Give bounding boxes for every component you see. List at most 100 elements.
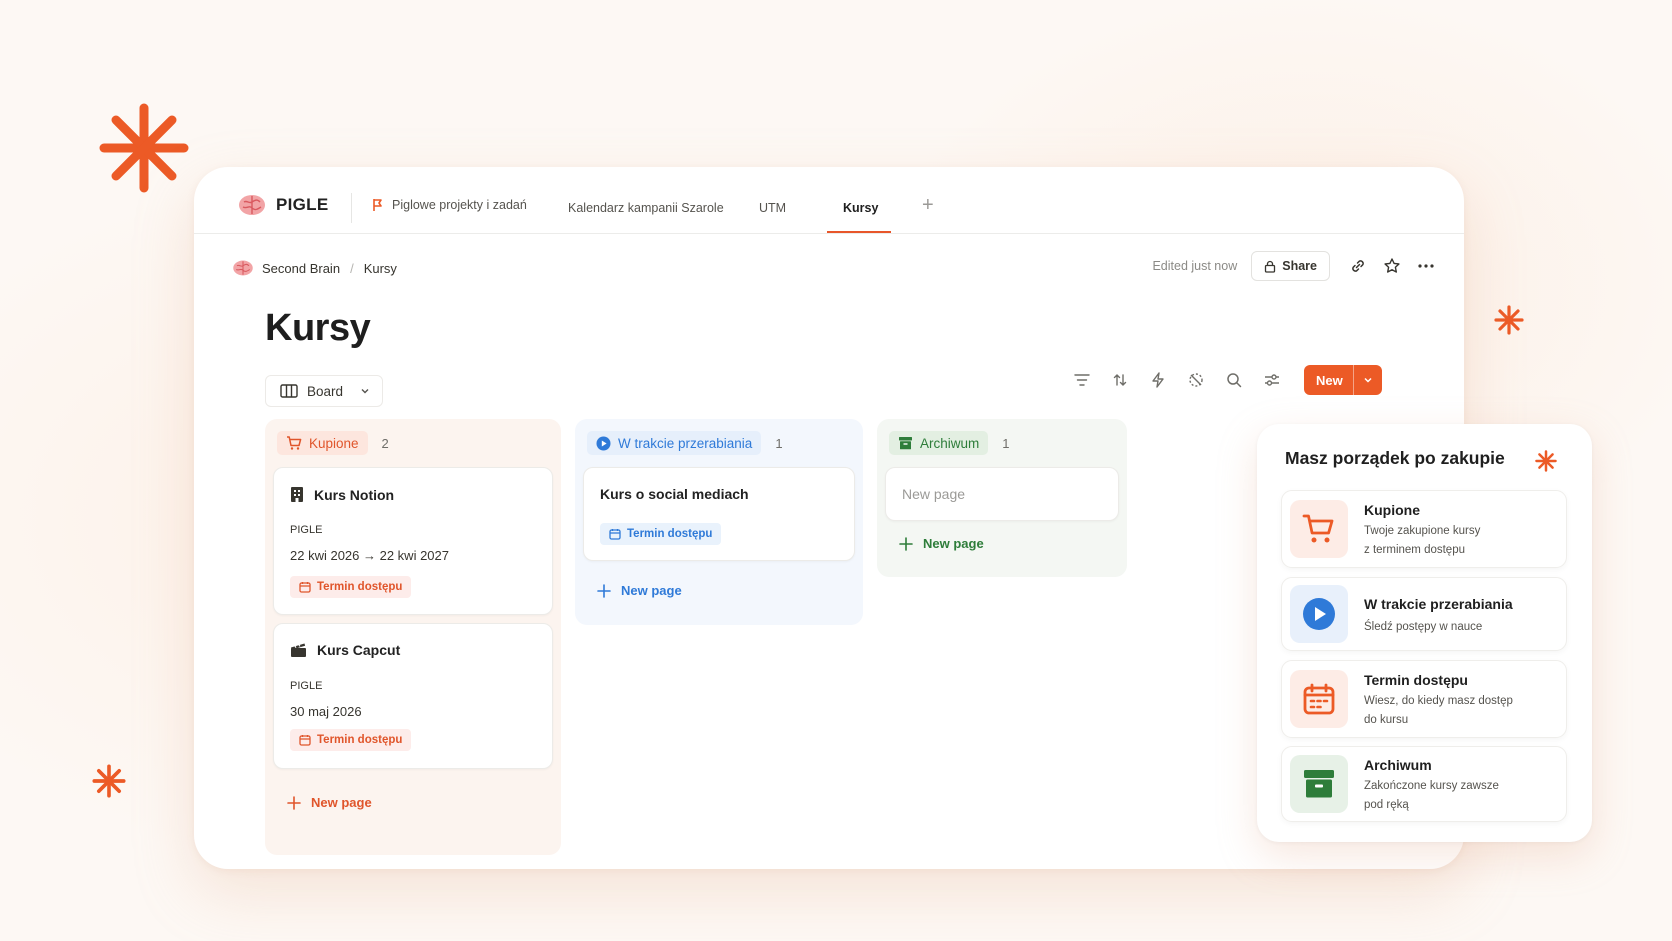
- view-selector[interactable]: Board: [265, 375, 383, 407]
- tab-label: Piglowe projekty i zadań: [392, 198, 527, 212]
- chevron-down-icon: [1364, 377, 1372, 383]
- new-button-label: New: [1316, 372, 1343, 388]
- status-pill-w-trakcie[interactable]: W trakcie przerabiania: [587, 431, 762, 455]
- card-title-text: Kurs o social mediach: [600, 486, 749, 502]
- link-button[interactable]: [1344, 252, 1372, 280]
- app-logo[interactable]: PIGLE: [238, 193, 329, 217]
- panel-title: Masz porządek po zakupie: [1285, 448, 1505, 468]
- calendar-icon-tile: [1290, 670, 1348, 728]
- column-header: Kupione 2: [277, 431, 389, 455]
- calendar-icon: [299, 582, 311, 593]
- description-line: pod ręką: [1364, 799, 1409, 811]
- feature-panel: Masz porządek po zakupie Kupione Twoje z…: [1257, 424, 1592, 842]
- new-page-button[interactable]: New page: [899, 536, 984, 551]
- page-title: Kursy: [265, 307, 371, 349]
- asterisk-decoration-large: [99, 103, 189, 193]
- view-label: Board: [307, 383, 344, 399]
- automation-button[interactable]: [1142, 364, 1174, 396]
- status-pill-archiwum[interactable]: Archiwum: [889, 431, 989, 455]
- card-title: Kurs o social mediach: [600, 486, 749, 502]
- new-page-button[interactable]: New page: [287, 795, 372, 810]
- asterisk-decoration-left: [92, 764, 126, 798]
- card-placeholder: New page: [902, 486, 966, 502]
- tab-projects[interactable]: Piglowe projekty i zadań: [372, 198, 527, 212]
- plus-icon: [899, 536, 913, 551]
- play-circle-icon: [1303, 598, 1335, 630]
- ai-autofill-button[interactable]: [1180, 364, 1212, 396]
- lightning-icon: [1152, 372, 1164, 388]
- panel-item-description: Wiesz, do kiedy masz dostęp do kursu: [1364, 692, 1554, 730]
- brain-icon: [239, 195, 265, 215]
- card-date: 22 kwi 2026 → 22 kwi 2027: [290, 548, 449, 563]
- breadcrumb-item-kursy[interactable]: Kursy: [364, 261, 397, 276]
- card-title-text: Kurs Capcut: [317, 642, 401, 658]
- brain-icon: [233, 260, 253, 276]
- breadcrumb-item-second-brain[interactable]: Second Brain: [262, 261, 340, 276]
- breadcrumb: Second Brain / Kursy: [232, 259, 397, 277]
- status-pill-kupione[interactable]: Kupione: [277, 431, 368, 455]
- panel-item-termin: Termin dostępu Wiesz, do kiedy masz dost…: [1281, 660, 1567, 738]
- card-project: PIGLE: [290, 524, 323, 536]
- tab-utm[interactable]: UTM: [759, 201, 786, 215]
- card-kurs-social-media[interactable]: Kurs o social mediach Termin dostępu: [583, 467, 855, 561]
- description-line: Zakończone kursy zawsze: [1364, 780, 1499, 792]
- chevron-down-icon: [361, 389, 369, 394]
- panel-item-description: Zakończone kursy zawsze pod ręką: [1364, 777, 1554, 815]
- new-button[interactable]: New: [1304, 365, 1382, 395]
- tab-calendar[interactable]: Kalendarz kampanii Szarole: [568, 201, 724, 215]
- lock-icon: [1265, 260, 1276, 273]
- panel-item-description: Śledź postępy w nauce: [1364, 618, 1554, 637]
- more-horizontal-icon: [1418, 264, 1434, 268]
- favorite-button[interactable]: [1378, 252, 1406, 280]
- board-column-archiwum: Archiwum 1 New page New page: [877, 419, 1127, 577]
- active-tab-indicator: [827, 231, 891, 233]
- column-header: W trakcie przerabiania 1: [587, 431, 783, 455]
- add-tab-button[interactable]: +: [922, 195, 934, 215]
- column-title: Kupione: [309, 435, 359, 451]
- play-circle-icon: [596, 436, 611, 450]
- archive-box-icon: [899, 437, 912, 450]
- tab-divider: [351, 193, 352, 223]
- asterisk-decoration-right: [1494, 305, 1524, 335]
- description-line: do kursu: [1364, 714, 1409, 726]
- search-icon: [1227, 373, 1242, 388]
- sort-button[interactable]: [1104, 364, 1136, 396]
- tab-kursy[interactable]: Kursy: [843, 201, 878, 215]
- app-name: PIGLE: [276, 195, 329, 214]
- sliders-icon: [1265, 374, 1279, 386]
- column-count: 1: [775, 435, 783, 451]
- access-term-tag: Termin dostępu: [290, 729, 412, 751]
- plus-icon: [597, 583, 611, 598]
- edited-status: Edited just now: [1152, 259, 1238, 273]
- filter-button[interactable]: [1066, 364, 1098, 396]
- settings-button[interactable]: [1256, 364, 1288, 396]
- more-button[interactable]: [1412, 252, 1440, 280]
- column-header: Archiwum 1: [889, 431, 1010, 455]
- sort-icon: [1113, 374, 1127, 386]
- column-title: W trakcie przerabiania: [618, 435, 753, 451]
- new-dropdown-button[interactable]: [1352, 365, 1382, 395]
- card-kurs-notion[interactable]: Kurs Notion PIGLE 22 kwi 2026 → 22 kwi 2…: [273, 467, 553, 615]
- card-new-page-placeholder[interactable]: New page: [885, 467, 1119, 521]
- new-page-label: New page: [621, 583, 682, 598]
- access-term-tag: Termin dostępu: [600, 523, 722, 545]
- new-page-button[interactable]: New page: [597, 583, 682, 598]
- description-line: z terminem dostępu: [1364, 544, 1465, 556]
- sparkle-dashed-icon: [1189, 373, 1203, 387]
- link-icon: [1352, 260, 1364, 272]
- card-kurs-capcut[interactable]: Kurs Capcut PIGLE 30 maj 2026 Termin dos…: [273, 623, 553, 769]
- play-icon-tile: [1290, 585, 1348, 643]
- panel-item-title: Archiwum: [1364, 757, 1432, 773]
- page-actions: Edited just now Share: [1152, 251, 1440, 281]
- tag-label: Termin dostępu: [317, 734, 403, 746]
- filter-icon: [1074, 374, 1090, 386]
- panel-item-title: Termin dostępu: [1364, 672, 1468, 688]
- share-button[interactable]: Share: [1251, 251, 1330, 281]
- tab-bar: PIGLE Piglowe projekty i zadań Kalendarz…: [194, 167, 1464, 234]
- description-line: Twoje zakupione kursy: [1364, 525, 1481, 537]
- search-button[interactable]: [1218, 364, 1250, 396]
- description-line: Wiesz, do kiedy masz dostęp: [1364, 695, 1513, 707]
- new-page-label: New page: [311, 795, 372, 810]
- card-title: Kurs Capcut: [290, 642, 400, 658]
- card-title-text: Kurs Notion: [314, 486, 395, 503]
